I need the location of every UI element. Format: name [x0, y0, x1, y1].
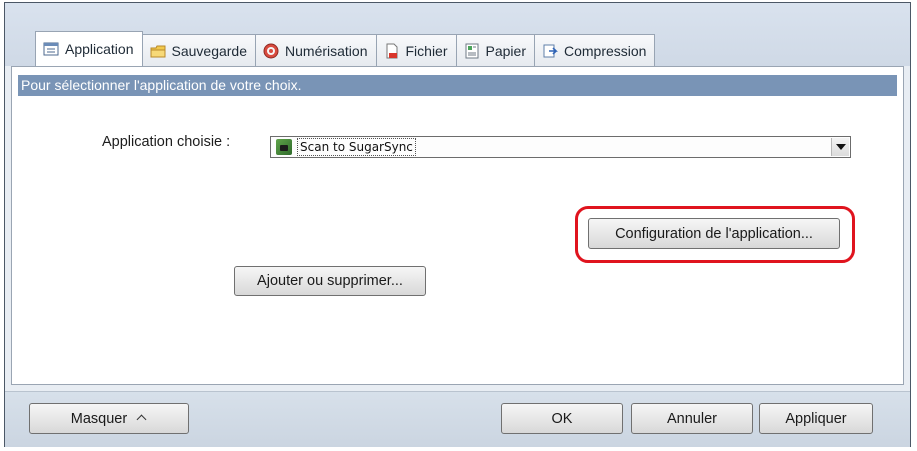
selected-application-label: Application choisie : — [102, 134, 231, 150]
application-settings-button[interactable]: Configuration de l'application... — [588, 218, 840, 249]
tab-label: Papier — [485, 42, 526, 59]
panel-description: Pour sélectionner l'application de votre… — [18, 75, 897, 96]
scan-icon — [263, 43, 279, 59]
selected-application-value: Scan to SugarSync — [297, 138, 416, 156]
dialog-footer: Masquer OK Annuler Appliquer — [5, 391, 910, 447]
cancel-button[interactable]: Annuler — [631, 403, 753, 434]
tab-label: Application — [65, 41, 134, 57]
tab-label: Numérisation — [285, 42, 368, 59]
tab-compression[interactable]: Compression — [533, 34, 656, 66]
tab-numerisation[interactable]: Numérisation — [255, 34, 377, 66]
file-icon — [384, 43, 400, 59]
tab-sauvegarde[interactable]: Sauvegarde — [141, 34, 257, 66]
hide-button-label: Masquer — [70, 410, 128, 427]
tab-application[interactable]: Application — [35, 31, 143, 66]
apply-button[interactable]: Appliquer — [759, 403, 873, 434]
chevron-up-icon — [137, 415, 147, 423]
ok-button[interactable]: OK — [501, 403, 623, 434]
compression-icon — [542, 43, 558, 59]
tab-fichier[interactable]: Fichier — [375, 34, 457, 66]
sugarsync-icon — [276, 139, 292, 155]
add-remove-button[interactable]: Ajouter ou supprimer... — [234, 266, 426, 296]
application-panel: Pour sélectionner l'application de votre… — [11, 66, 904, 385]
chevron-down-icon[interactable] — [831, 138, 849, 156]
application-dropdown[interactable]: Scan to SugarSync — [270, 136, 851, 158]
settings-window: Application Sauvegarde Numérisation Fich… — [4, 2, 911, 447]
tab-label: Fichier — [405, 42, 448, 59]
folder-icon — [150, 43, 166, 59]
application-icon — [43, 41, 59, 57]
tab-label: Sauvegarde — [171, 42, 248, 59]
tab-bar: Application Sauvegarde Numérisation Fich… — [35, 30, 656, 66]
hide-button[interactable]: Masquer — [29, 403, 189, 434]
paper-icon — [464, 43, 480, 59]
tab-papier[interactable]: Papier — [455, 34, 535, 66]
tab-label: Compression — [563, 42, 647, 59]
